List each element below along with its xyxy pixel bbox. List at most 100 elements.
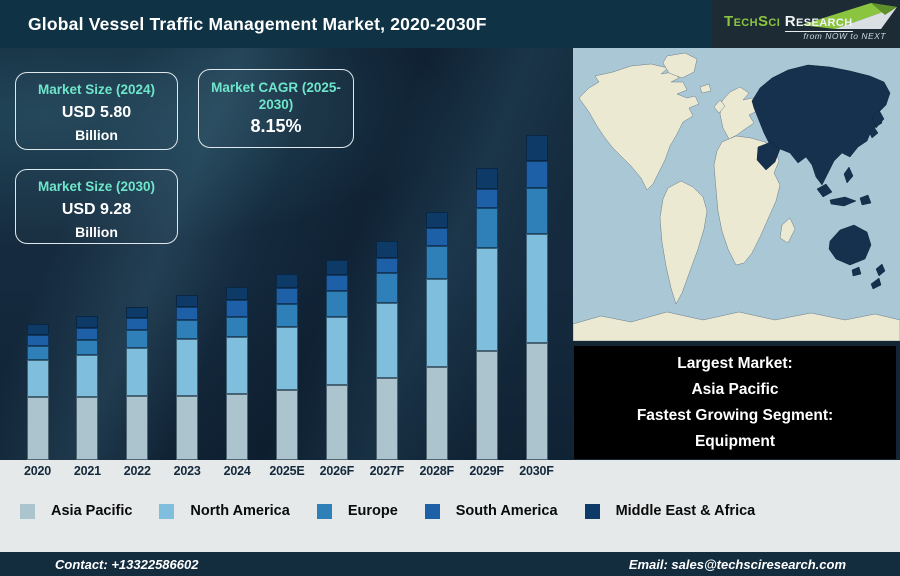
bar-segment-south-america xyxy=(475,189,498,208)
logo-tagline: from NOW to NEXT xyxy=(803,31,886,41)
bar-segment-asia-pacific xyxy=(525,343,548,460)
bar-segment-north-america xyxy=(425,279,448,367)
legend-item-asia-pacific: Asia Pacific xyxy=(20,503,132,519)
bar-segment-middle-east-africa xyxy=(375,241,398,258)
logo-brand-primary: TechSci xyxy=(724,13,785,30)
bar-segment-south-america xyxy=(325,275,348,291)
bar-segment-south-america xyxy=(26,335,49,346)
legend-item-north-america: North America xyxy=(159,503,290,519)
x-axis-label: 2028F xyxy=(419,464,454,478)
bar-segment-north-america xyxy=(525,234,548,343)
page-title: Global Vessel Traffic Management Market,… xyxy=(28,14,487,34)
bar-segment-europe xyxy=(226,317,249,337)
logo-wordmark: TechSci Research xyxy=(724,13,853,32)
chart-panel: Market Size (2024) USD 5.80 Billion Mark… xyxy=(0,48,573,460)
legend-swatch-icon xyxy=(159,503,175,519)
world-map xyxy=(573,48,900,341)
bar-segment-north-america xyxy=(475,248,498,351)
logo-brand-secondary: Research xyxy=(784,13,853,32)
legend-swatch-icon xyxy=(424,503,440,519)
x-axis-label: 2021 xyxy=(73,464,101,478)
bar-segment-south-america xyxy=(76,328,99,340)
bar-segment-middle-east-africa xyxy=(176,295,199,307)
legend-label: Asia Pacific xyxy=(51,503,133,519)
bar-segment-north-america xyxy=(126,348,149,396)
bar-segment-asia-pacific xyxy=(276,390,298,460)
bar-segment-asia-pacific xyxy=(176,396,199,460)
bar-segment-middle-east-africa xyxy=(26,324,49,335)
callout-line: Fastest Growing Segment: xyxy=(636,407,834,424)
bar-segment-middle-east-africa xyxy=(276,274,298,288)
bar-segment-south-america xyxy=(525,161,548,188)
bar-segment-south-america xyxy=(126,318,149,330)
bar-segment-europe xyxy=(425,246,448,279)
bar-2027F xyxy=(375,241,398,460)
bar-2029F xyxy=(475,168,498,460)
legend-swatch-icon xyxy=(316,503,332,519)
x-axis-labels: 2020 2021 2022 2023 2024 2025E 2026F 2027F 2028F… xyxy=(0,464,573,482)
axis-legend-band: 2020 2021 2022 2023 2024 2025E 2026F 2027F 2028F… xyxy=(0,460,900,552)
bars-layer xyxy=(0,48,573,460)
bar-segment-europe xyxy=(176,320,199,339)
header-bar: Global Vessel Traffic Management Market,… xyxy=(0,0,900,48)
bar-segment-europe xyxy=(76,340,99,355)
bar-segment-north-america xyxy=(76,355,99,397)
bar-segment-europe xyxy=(126,330,149,348)
footer-contact: Contact: +13322586602 xyxy=(55,556,199,572)
bar-segment-south-america xyxy=(375,258,398,273)
bar-segment-asia-pacific xyxy=(126,396,149,460)
bar-2023 xyxy=(176,295,199,460)
bar-segment-north-america xyxy=(276,327,298,390)
bar-2022 xyxy=(126,307,149,460)
bar-segment-middle-east-africa xyxy=(525,135,548,161)
footer-bar: Contact: +13322586602 Email: sales@techs… xyxy=(0,552,900,576)
legend-label: North America xyxy=(190,503,290,519)
bar-2028F xyxy=(425,212,448,460)
bar-segment-europe xyxy=(26,346,49,360)
bar-2021 xyxy=(76,316,99,460)
bar-segment-north-america xyxy=(176,339,199,396)
bar-segment-north-america xyxy=(325,317,348,385)
bar-segment-south-america xyxy=(176,307,199,320)
bar-segment-asia-pacific xyxy=(375,378,398,460)
legend-label: Middle East & Africa xyxy=(615,503,756,519)
callout-line: Equipment xyxy=(694,433,776,450)
bar-segment-europe xyxy=(525,188,548,234)
bar-segment-middle-east-africa xyxy=(126,307,149,318)
bar-segment-asia-pacific xyxy=(325,385,348,460)
x-axis-label: 2029F xyxy=(469,464,504,478)
callout-line: Asia Pacific xyxy=(691,381,779,398)
callout-line: Largest Market: xyxy=(677,355,793,372)
bar-segment-middle-east-africa xyxy=(475,168,498,189)
callout-box: Largest Market: Asia Pacific Fastest Gro… xyxy=(574,346,896,459)
bar-segment-europe xyxy=(375,273,398,303)
bar-segment-south-america xyxy=(276,288,298,304)
bar-2026F xyxy=(325,260,348,460)
x-axis-label: 2025E xyxy=(269,464,305,478)
x-axis-label: 2030F xyxy=(519,464,554,478)
x-axis-label: 2026F xyxy=(319,464,355,478)
x-axis-label: 2020 xyxy=(23,464,51,478)
x-axis-label: 2022 xyxy=(123,464,151,478)
bar-segment-asia-pacific xyxy=(76,397,99,460)
bar-segment-south-america xyxy=(425,228,448,246)
bar-segment-middle-east-africa xyxy=(226,287,249,300)
bar-2030F xyxy=(525,135,548,460)
legend-item-south-america: South America xyxy=(424,503,558,519)
legend-item-europe: Europe xyxy=(316,503,398,519)
legend-label: South America xyxy=(455,503,558,519)
bar-segment-asia-pacific xyxy=(226,394,249,460)
bar-2020 xyxy=(26,324,49,460)
bar-2025E xyxy=(276,274,298,460)
bar-2024 xyxy=(226,287,249,460)
bar-segment-europe xyxy=(276,304,298,327)
bar-segment-north-america xyxy=(226,337,249,394)
legend-item-middle-east-africa: Middle East & Africa xyxy=(584,503,756,519)
legend-label: Europe xyxy=(347,503,398,519)
bar-segment-middle-east-africa xyxy=(325,260,348,275)
logo: TechSci Research from NOW to NEXT xyxy=(712,0,900,48)
bar-segment-middle-east-africa xyxy=(425,212,448,228)
bar-segment-north-america xyxy=(375,303,398,378)
bar-segment-asia-pacific xyxy=(425,367,448,460)
bar-segment-europe xyxy=(475,208,498,248)
